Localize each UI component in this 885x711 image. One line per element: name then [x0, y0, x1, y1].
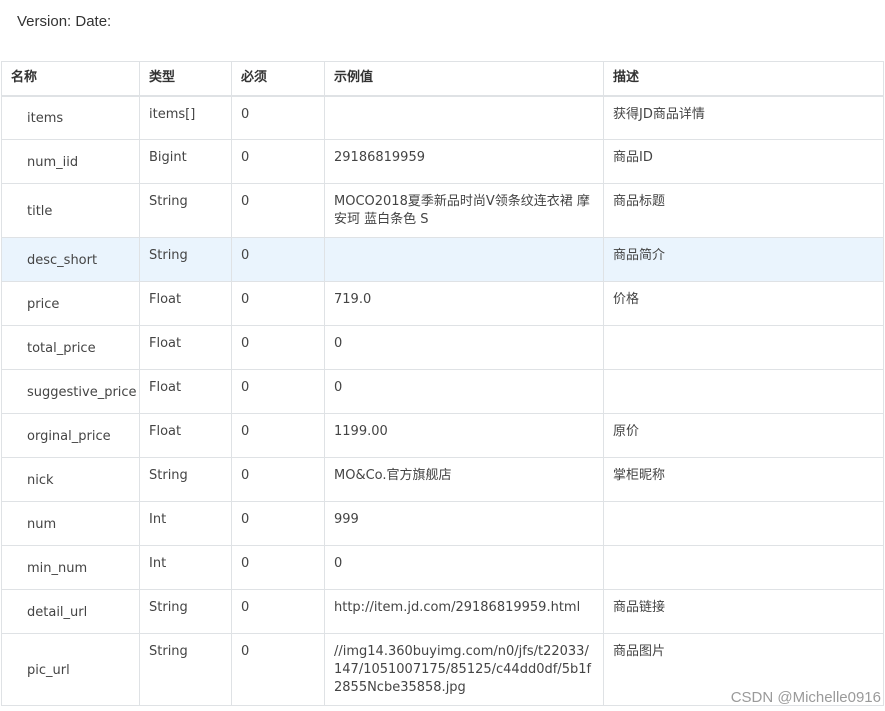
cell-type: items[]	[139, 95, 232, 140]
cell-required: 0	[231, 545, 325, 590]
api-parameter-table: 名称 类型 必须 示例值 描述 items items[] 0 获得JD商品详情…	[1, 61, 884, 706]
cell-required: 0	[231, 413, 325, 458]
cell-example	[324, 237, 604, 282]
cell-description	[603, 325, 884, 370]
cell-description: 商品简介	[603, 237, 884, 282]
column-header-name: 名称	[1, 61, 140, 97]
cell-required: 0	[231, 281, 325, 326]
table-row: num Int 0 999	[1, 501, 884, 546]
cell-type: Float	[139, 281, 232, 326]
table-row: nick String 0 MO&Co.官方旗舰店 掌柜昵称	[1, 457, 884, 502]
cell-description: 商品链接	[603, 589, 884, 634]
table-row: min_num Int 0 0	[1, 545, 884, 590]
cell-required: 0	[231, 325, 325, 370]
table-header-row: 名称 类型 必须 示例值 描述	[1, 61, 884, 97]
cell-example: http://item.jd.com/29186819959.html	[324, 589, 604, 634]
cell-description: 掌柜昵称	[603, 457, 884, 502]
cell-description	[603, 369, 884, 414]
cell-type: Int	[139, 501, 232, 546]
cell-name: total_price	[1, 325, 140, 370]
cell-description: 商品ID	[603, 139, 884, 184]
column-header-type: 类型	[139, 61, 232, 97]
cell-type: Int	[139, 545, 232, 590]
cell-name: suggestive_price	[1, 369, 140, 414]
cell-example: 719.0	[324, 281, 604, 326]
cell-name: pic_url	[1, 633, 140, 706]
cell-required: 0	[231, 501, 325, 546]
cell-name: num	[1, 501, 140, 546]
cell-description: 获得JD商品详情	[603, 95, 884, 140]
table-row: items items[] 0 获得JD商品详情	[1, 95, 884, 140]
cell-required: 0	[231, 139, 325, 184]
cell-example: 0	[324, 369, 604, 414]
cell-description	[603, 501, 884, 546]
cell-example: 29186819959	[324, 139, 604, 184]
table-row: price Float 0 719.0 价格	[1, 281, 884, 326]
table-row: orginal_price Float 0 1199.00 原价	[1, 413, 884, 458]
column-header-description: 描述	[603, 61, 884, 97]
version-date-line: Version: Date:	[17, 13, 112, 30]
cell-type: String	[139, 589, 232, 634]
cell-type: Bigint	[139, 139, 232, 184]
cell-required: 0	[231, 457, 325, 502]
cell-required: 0	[231, 183, 325, 238]
cell-example: 1199.00	[324, 413, 604, 458]
column-header-required: 必须	[231, 61, 325, 97]
cell-type: String	[139, 633, 232, 706]
table-row: total_price Float 0 0	[1, 325, 884, 370]
cell-example: 999	[324, 501, 604, 546]
cell-description	[603, 545, 884, 590]
cell-name: items	[1, 95, 140, 140]
cell-type: Float	[139, 413, 232, 458]
cell-name: title	[1, 183, 140, 238]
cell-example: 0	[324, 545, 604, 590]
cell-name: detail_url	[1, 589, 140, 634]
cell-required: 0	[231, 95, 325, 140]
cell-name: nick	[1, 457, 140, 502]
table-row: title String 0 MOCO2018夏季新品时尚V领条纹连衣裙 摩安珂…	[1, 183, 884, 238]
table-row: desc_short String 0 商品简介	[1, 237, 884, 282]
column-header-example: 示例值	[324, 61, 604, 97]
cell-name: desc_short	[1, 237, 140, 282]
cell-example: 0	[324, 325, 604, 370]
cell-name: orginal_price	[1, 413, 140, 458]
cell-example: MO&Co.官方旗舰店	[324, 457, 604, 502]
cell-type: String	[139, 457, 232, 502]
table-row: suggestive_price Float 0 0	[1, 369, 884, 414]
table-row: num_iid Bigint 0 29186819959 商品ID	[1, 139, 884, 184]
table-row: detail_url String 0 http://item.jd.com/2…	[1, 589, 884, 634]
cell-name: min_num	[1, 545, 140, 590]
cell-example	[324, 95, 604, 140]
cell-example: MOCO2018夏季新品时尚V领条纹连衣裙 摩安珂 蓝白条色 S	[324, 183, 604, 238]
cell-required: 0	[231, 589, 325, 634]
cell-type: Float	[139, 369, 232, 414]
cell-name: price	[1, 281, 140, 326]
cell-type: Float	[139, 325, 232, 370]
cell-required: 0	[231, 369, 325, 414]
cell-example: //img14.360buyimg.com/n0/jfs/t22033/147/…	[324, 633, 604, 706]
csdn-watermark: CSDN @Michelle0916	[730, 689, 881, 706]
cell-name: num_iid	[1, 139, 140, 184]
cell-required: 0	[231, 633, 325, 706]
cell-type: String	[139, 183, 232, 238]
cell-required: 0	[231, 237, 325, 282]
cell-type: String	[139, 237, 232, 282]
cell-description: 价格	[603, 281, 884, 326]
cell-description: 商品标题	[603, 183, 884, 238]
cell-description: 原价	[603, 413, 884, 458]
